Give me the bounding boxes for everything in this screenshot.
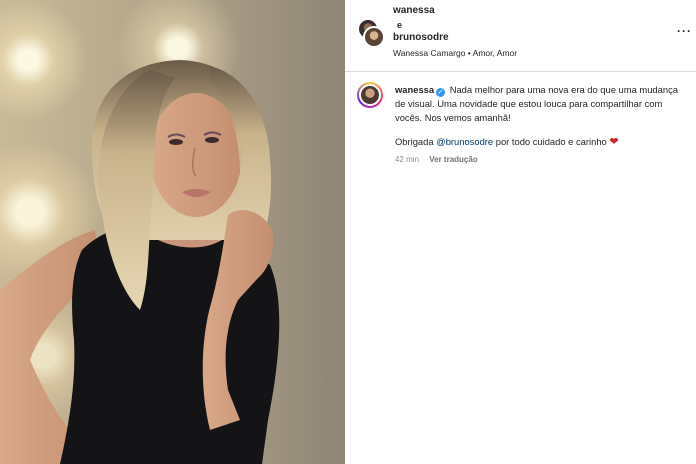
caption-avatar[interactable] (357, 82, 383, 108)
post-time: 42 min (395, 155, 420, 164)
woman-portrait-illustration (0, 60, 280, 464)
header-username-brunosodre[interactable]: brunosodre (393, 32, 449, 43)
post-header: wanessa e brunosodre Wanessa Camargo • A… (345, 0, 696, 72)
collab-avatars[interactable] (357, 18, 385, 48)
instagram-post-view: wanessa e brunosodre Wanessa Camargo • A… (0, 0, 696, 464)
caption-body: wanessa ✓ Nada melhor para uma nova era d… (395, 83, 685, 167)
thanks-prefix: Obrigada (395, 136, 437, 147)
post-side-panel: wanessa e brunosodre Wanessa Camargo • A… (345, 0, 696, 464)
header-audio-subtitle[interactable]: Wanessa Camargo • Amor, Amor (393, 48, 517, 58)
caption-username[interactable]: wanessa (395, 84, 434, 95)
verified-badge-icon: ✓ (436, 88, 446, 97)
red-heart-icon: ❤ (609, 136, 619, 148)
caption-thanks-line: Obrigada @brunosodre por todo cuidado e … (395, 135, 685, 149)
thanks-suffix: por todo cuidado e carinho (493, 136, 610, 147)
mention-link[interactable]: @brunosodre (436, 136, 493, 147)
caption-meta: 42 min Ver tradução (395, 153, 685, 167)
header-conjunction: e (397, 20, 403, 30)
post-photo[interactable] (0, 0, 345, 464)
more-dots-icon[interactable]: ··· (677, 24, 692, 38)
header-username-wanessa[interactable]: wanessa (393, 5, 435, 16)
avatar-brunosodre[interactable] (363, 26, 385, 48)
see-translation-button[interactable]: Ver tradução (429, 155, 477, 164)
